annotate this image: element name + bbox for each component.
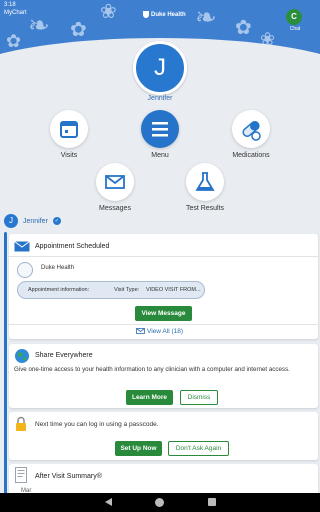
pill-icon [232,110,270,148]
feed-avatar: J [4,214,18,228]
leaf-decoration: ✿ [6,31,22,51]
appointment-card: Appointment Scheduled Duke Health Appoin… [9,234,318,339]
system-nav-bar [0,493,320,512]
corner-label: Chat [289,26,301,32]
leaf-decoration: ❧ [28,10,50,40]
envelope-icon [14,241,30,252]
visits-label: Visits [60,152,78,159]
divider [9,324,318,325]
feed-timeline [4,232,7,494]
appointment-info-pill[interactable]: Appointment information: Visit Type: VID… [17,281,205,299]
test-results-label: Test Results [185,205,225,212]
passcode-body: Next time you can log in using a passcod… [35,421,159,428]
shield-icon [143,11,149,18]
info-label: Appointment information: [28,287,90,293]
set-up-now-button[interactable]: Set Up Now [115,441,162,456]
visit-type-value: VIDEO VISIT FROM... [146,287,201,293]
leaf-decoration: ✿ [235,17,252,39]
status-carrier: MyChart [4,10,27,16]
check-badge-icon: ✓ [52,217,61,225]
visits-button[interactable]: Visits [34,110,104,159]
dont-ask-again-button[interactable]: Don't Ask Again [168,441,229,456]
duke-logo: Duke Health [143,11,186,18]
leaf-decoration: ✿ [70,19,87,41]
test-results-button[interactable]: Test Results [170,163,240,212]
share-body: Give one-time access to your health info… [14,366,290,373]
lock-icon [16,416,26,431]
menu-label: Menu [151,152,169,159]
envelope-icon [96,163,134,201]
recents-icon[interactable] [208,498,216,506]
profile-name: Jennifer [147,95,173,102]
menu-button[interactable]: Menu [125,110,195,159]
messages-label: Messages [99,205,131,212]
visit-type-label: Visit Type: [114,287,140,293]
hamburger-icon [141,110,179,148]
view-message-button[interactable]: View Message [135,306,192,321]
org-name: Duke Health [41,265,75,271]
dismiss-button[interactable]: Dismiss [180,390,218,405]
profile-avatar[interactable]: J [133,41,187,95]
feed-user-row[interactable]: J Jennifer ✓ [4,213,61,229]
medications-button[interactable]: Medications [216,110,286,159]
calendar-icon [50,110,88,148]
divider [9,256,318,257]
learn-more-button[interactable]: Learn More [126,390,173,405]
org-logo-icon [17,262,33,278]
leaf-decoration: ❀ [100,1,117,23]
flask-icon [186,163,224,201]
document-icon [15,467,27,483]
leaf-decoration: ❧ [195,2,217,32]
status-time: 3:18 [4,2,16,8]
messages-button[interactable]: Messages [80,163,150,212]
back-icon[interactable] [105,498,112,506]
corner-avatar[interactable]: C [286,9,302,25]
share-title: Share Everywhere [35,352,93,359]
globe-icon [15,349,29,363]
view-all-link[interactable]: View All (18) [136,328,183,335]
medications-label: Medications [232,152,270,159]
appointment-title: Appointment Scheduled [35,243,110,250]
passcode-card: Next time you can log in using a passcod… [9,412,318,460]
envelope-icon [136,328,145,335]
avs-title: After Visit Summary® [35,473,102,480]
home-icon[interactable] [155,498,164,507]
share-everywhere-card: Share Everywhere Give one-time access to… [9,344,318,408]
feed-user-name: Jennifer [23,217,48,225]
